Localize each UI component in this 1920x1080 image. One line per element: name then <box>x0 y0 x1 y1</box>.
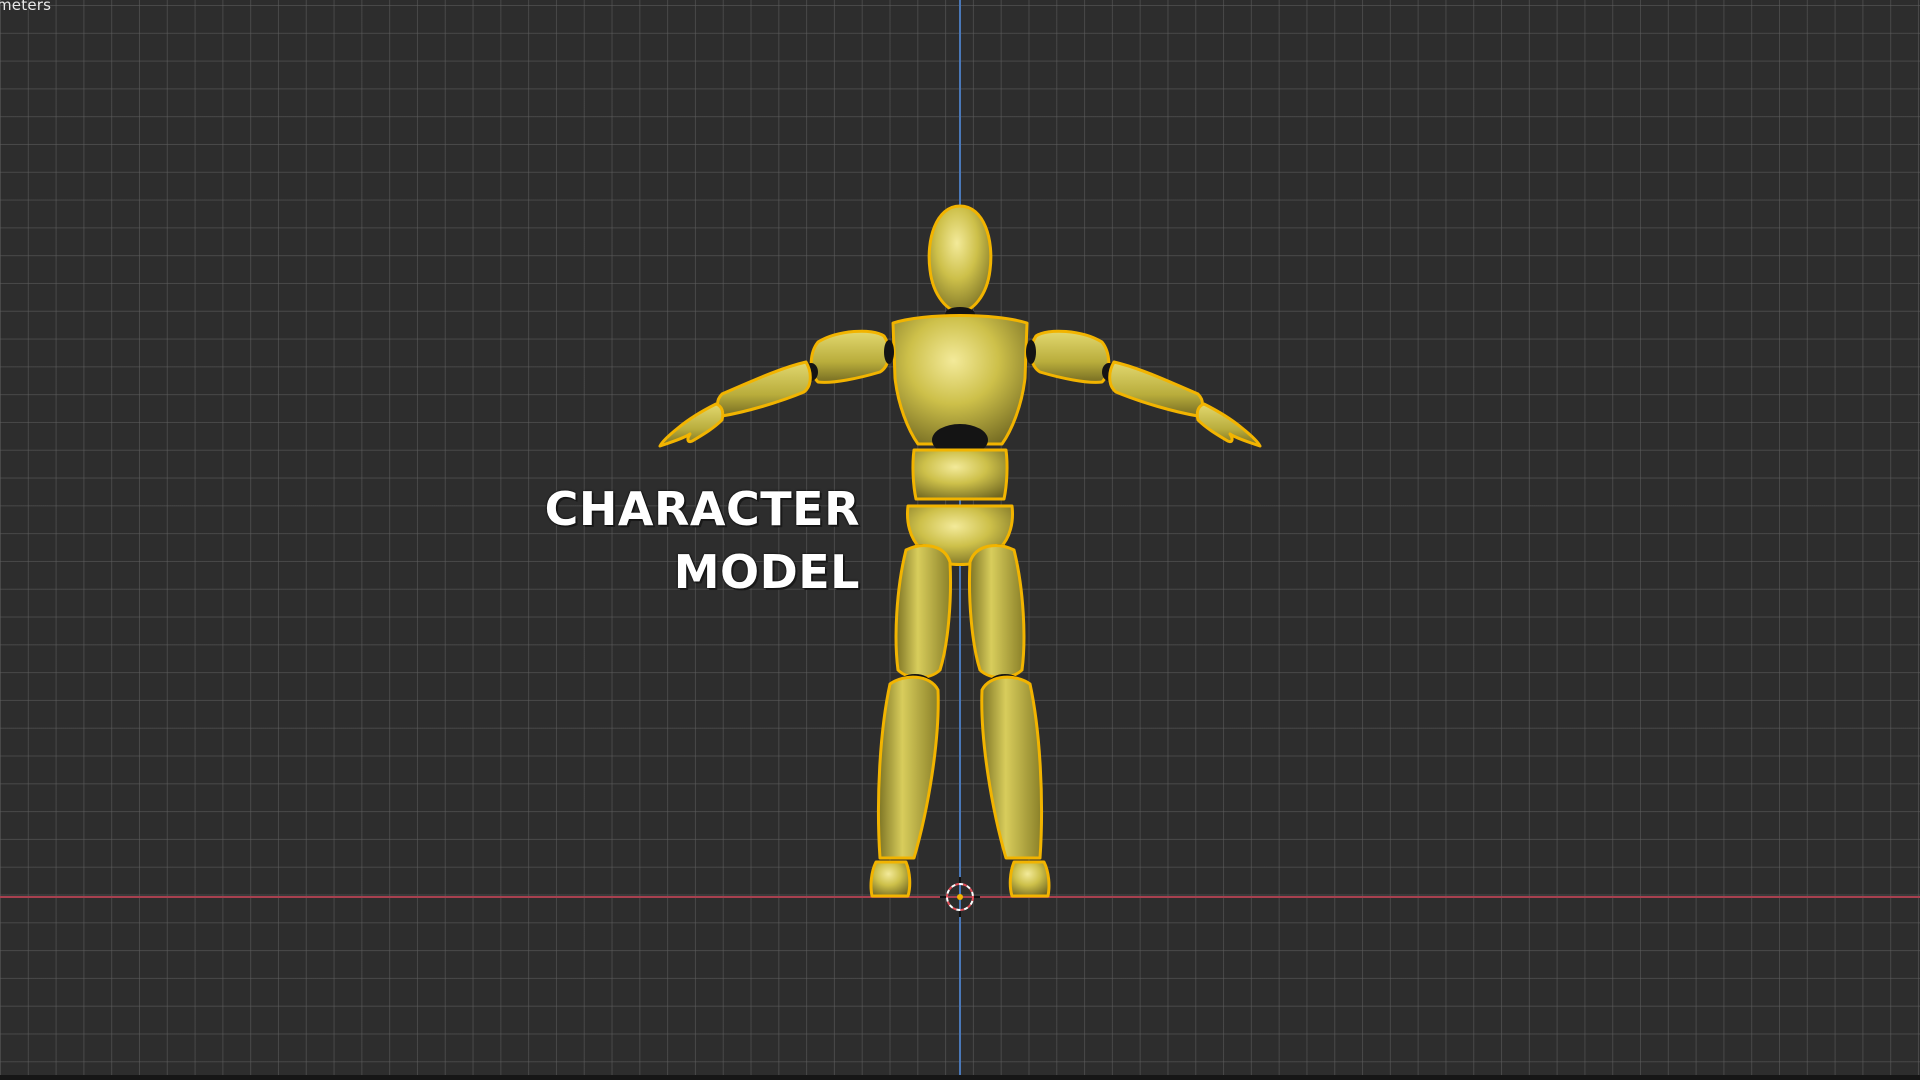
viewport-bottom-border <box>0 1075 1920 1080</box>
character-right-forearm[interactable] <box>1108 360 1204 418</box>
character-right-hand[interactable] <box>1195 402 1262 448</box>
character-head[interactable] <box>927 204 993 314</box>
character-left-foot[interactable] <box>869 860 912 898</box>
character-model[interactable] <box>0 0 1920 1075</box>
character-left-upper-arm[interactable] <box>809 329 891 384</box>
caption-line-1: CHARACTER <box>544 482 860 536</box>
3d-viewport[interactable]: meters CHARACTER MODEL <box>0 0 1920 1075</box>
character-right-foot[interactable] <box>1008 860 1051 898</box>
character-left-hand[interactable] <box>658 402 725 448</box>
3d-cursor-icon[interactable] <box>940 877 980 917</box>
character-right-shin[interactable] <box>980 675 1044 860</box>
character-right-thigh[interactable] <box>967 544 1026 679</box>
character-left-shoulder-joint <box>884 340 894 364</box>
character-right-shoulder-joint <box>1026 340 1036 364</box>
character-right-upper-arm[interactable] <box>1029 329 1111 384</box>
character-left-shin[interactable] <box>876 675 940 860</box>
character-left-thigh[interactable] <box>894 544 953 679</box>
caption-line-2: MODEL <box>673 545 860 599</box>
character-left-forearm[interactable] <box>716 360 812 418</box>
character-abdomen[interactable] <box>911 448 1009 501</box>
overlay-caption: CHARACTER MODEL <box>520 478 860 604</box>
